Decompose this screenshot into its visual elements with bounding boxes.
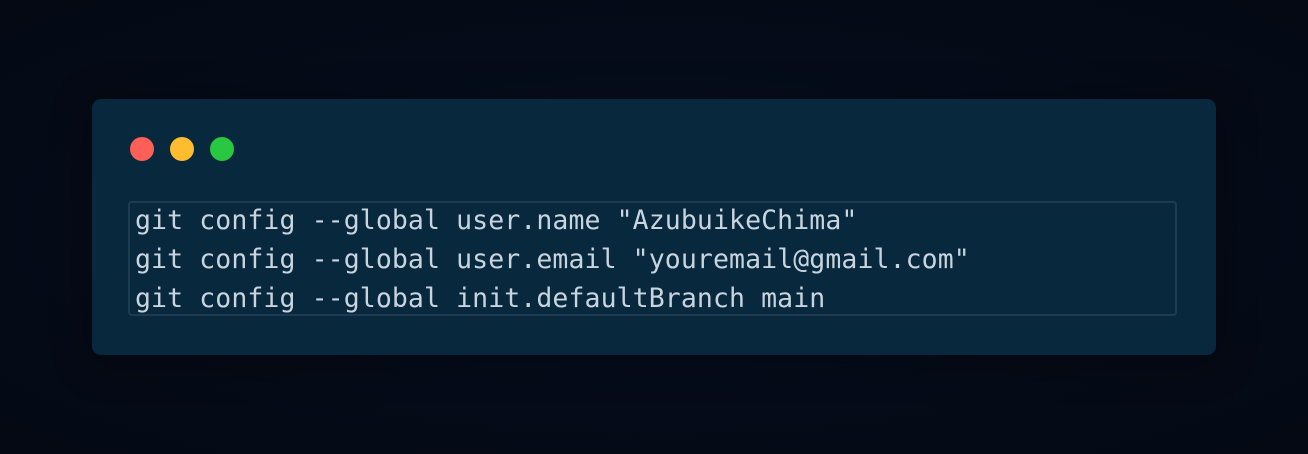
code-line-default-branch: git config --global init.defaultBranch m… <box>135 283 826 314</box>
code-line-user-email: git config --global user.email "youremai… <box>135 244 970 275</box>
close-dot[interactable] <box>130 137 154 161</box>
maximize-dot[interactable] <box>210 137 234 161</box>
minimize-dot[interactable] <box>170 137 194 161</box>
code-window: git config --global user.name "AzubuikeC… <box>92 99 1216 355</box>
window-controls <box>130 137 234 161</box>
code-block[interactable]: git config --global user.name "AzubuikeC… <box>128 201 1177 316</box>
code-line-user-name: git config --global user.name "AzubuikeC… <box>135 205 858 236</box>
